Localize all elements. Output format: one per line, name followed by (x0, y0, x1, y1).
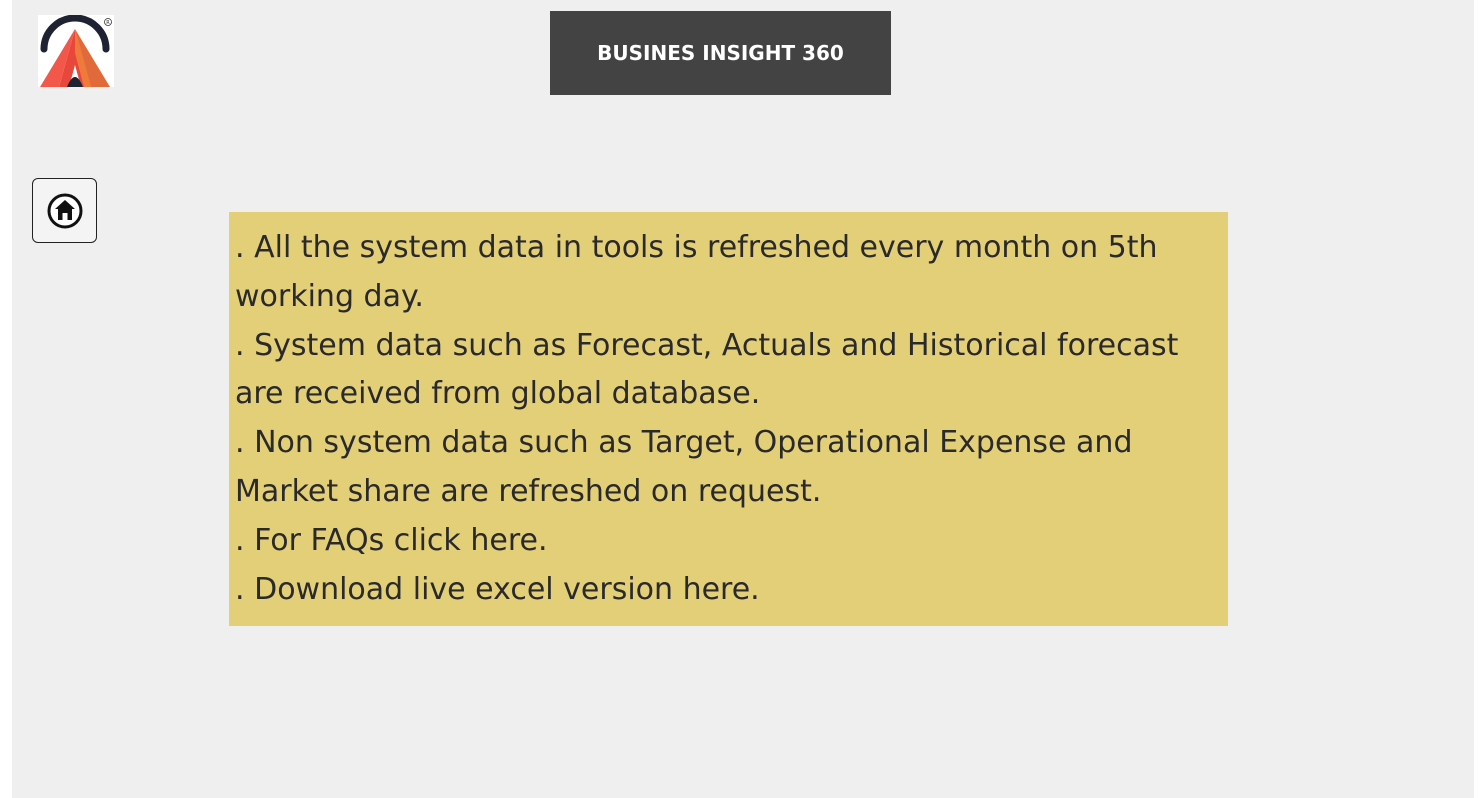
info-suffix: . (537, 522, 548, 558)
home-icon (47, 193, 82, 228)
info-text: System data such as Forecast, Actuals an… (235, 327, 1179, 412)
bullet: . (235, 230, 245, 265)
bullet: . (235, 522, 245, 558)
page-title-text: BUSINES INSIGHT 360 (597, 41, 844, 65)
svg-text:R: R (106, 20, 110, 26)
info-line-system-data: . System data such as Forecast, Actuals … (235, 322, 1224, 420)
info-suffix: . (750, 571, 760, 607)
info-line-refresh-schedule: . All the system data in tools is refres… (235, 224, 1224, 322)
home-button[interactable] (32, 178, 97, 243)
info-text: Non system data such as Target, Operatio… (235, 425, 1133, 509)
info-panel: . All the system data in tools is refres… (229, 212, 1228, 626)
info-line-non-system-data: . Non system data such as Target, Operat… (235, 419, 1224, 517)
bullet: . (235, 571, 245, 607)
download-excel-link[interactable]: here (683, 572, 751, 607)
info-text: For FAQs click (244, 522, 471, 558)
faqs-link[interactable]: here (470, 523, 538, 558)
info-text: All the system data in tools is refreshe… (235, 230, 1158, 314)
bullet: . (235, 327, 245, 363)
info-line-faqs: . For FAQs click here. (235, 517, 1224, 566)
info-line-download: . Download live excel version here. (235, 566, 1224, 615)
page-title: BUSINES INSIGHT 360 (550, 11, 891, 95)
brand-logo-a-icon: R (38, 14, 114, 87)
info-text: Download live excel version (254, 571, 683, 607)
bullet: . (235, 425, 245, 461)
